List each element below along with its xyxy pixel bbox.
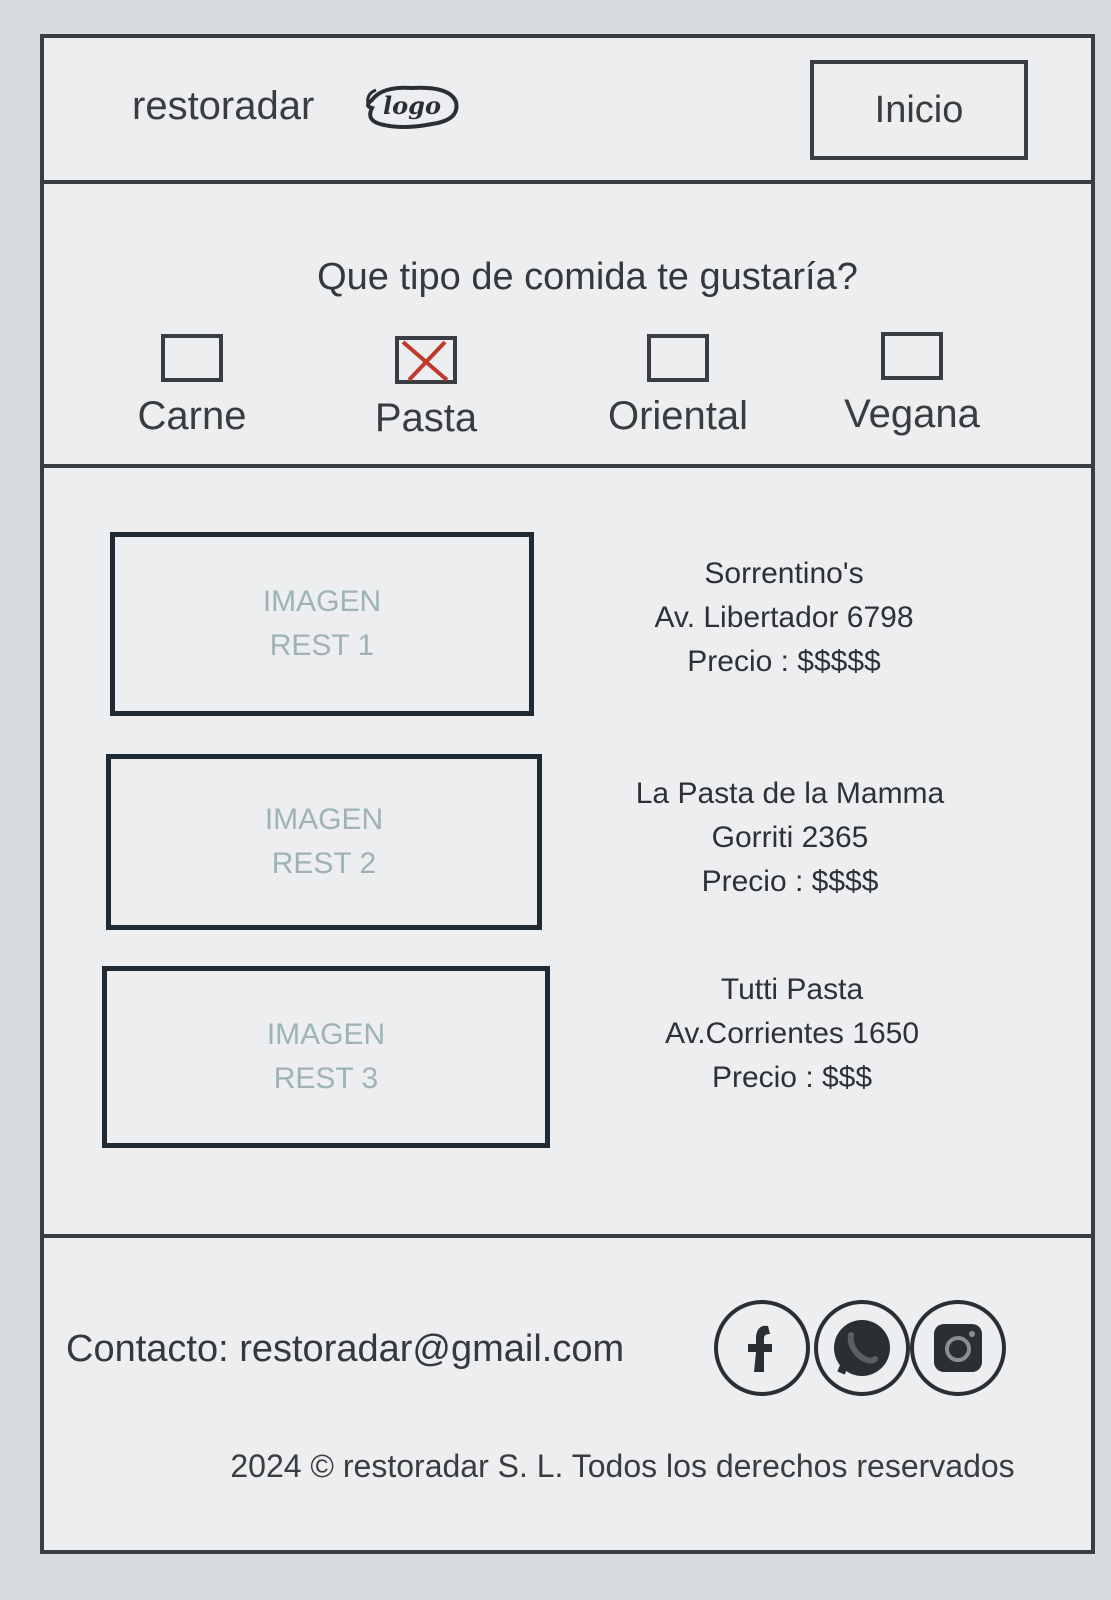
logo-icon: logo bbox=[362, 80, 462, 134]
page-frame: restoradar logo Inicio Que tipo de comid… bbox=[40, 34, 1095, 1554]
header: restoradar logo Inicio bbox=[44, 38, 1091, 184]
food-type-filter: Que tipo de comida te gustaría? Carne Pa… bbox=[44, 184, 1091, 468]
option-carne[interactable]: Carne bbox=[102, 334, 282, 439]
filter-question: Que tipo de comida te gustaría? bbox=[317, 256, 858, 298]
whatsapp-icon[interactable] bbox=[814, 1300, 910, 1396]
option-pasta[interactable]: Pasta bbox=[336, 336, 516, 441]
option-label: Oriental bbox=[607, 394, 749, 438]
option-label: Vegana bbox=[844, 392, 980, 436]
checkbox-carne[interactable] bbox=[161, 334, 223, 382]
footer: Contacto: restoradar@gmail.com 2024 © re… bbox=[44, 1238, 1091, 1550]
image-placeholder-line: REST 1 bbox=[269, 629, 375, 662]
restaurant-name[interactable]: Sorrentino's bbox=[574, 552, 994, 596]
restaurant-image-1[interactable]: IMAGEN REST 1 bbox=[110, 532, 534, 716]
logo-text: logo bbox=[383, 91, 441, 120]
restaurant-info-1: Sorrentino's Av. Libertador 6798 Precio … bbox=[574, 552, 994, 684]
check-x-icon bbox=[401, 340, 449, 382]
restaurant-address: Av.Corrientes 1650 bbox=[664, 1017, 920, 1050]
option-label: Carne bbox=[137, 394, 247, 438]
instagram-icon[interactable] bbox=[910, 1300, 1006, 1396]
image-placeholder-line: REST 3 bbox=[273, 1062, 379, 1095]
restaurant-image-2[interactable]: IMAGEN REST 2 bbox=[106, 754, 542, 930]
restaurant-address: Gorriti 2365 bbox=[711, 821, 869, 854]
inicio-button[interactable]: Inicio bbox=[810, 60, 1028, 160]
checkbox-vegana[interactable] bbox=[881, 332, 943, 380]
option-label: Pasta bbox=[374, 396, 478, 440]
image-placeholder-line: REST 2 bbox=[271, 847, 377, 880]
image-placeholder-line: IMAGEN bbox=[266, 1018, 386, 1051]
checkbox-pasta[interactable] bbox=[395, 336, 457, 384]
restaurant-name[interactable]: La Pasta de la Mamma bbox=[580, 772, 1000, 816]
brand-name: restoradar bbox=[132, 84, 315, 128]
copyright-text: 2024 © restoradar S. L. Todos los derech… bbox=[230, 1448, 1015, 1484]
restaurant-price: Precio : $$$$ bbox=[701, 865, 879, 898]
restaurant-image-3[interactable]: IMAGEN REST 3 bbox=[102, 966, 550, 1148]
facebook-icon[interactable] bbox=[714, 1300, 810, 1396]
checkbox-oriental[interactable] bbox=[647, 334, 709, 382]
image-placeholder-line: IMAGEN bbox=[262, 585, 382, 618]
option-oriental[interactable]: Oriental bbox=[588, 334, 768, 439]
restaurant-info-3: Tutti Pasta Av.Corrientes 1650 Precio : … bbox=[582, 968, 1002, 1100]
restaurant-info-2: La Pasta de la Mamma Gorriti 2365 Precio… bbox=[580, 772, 1000, 904]
restaurant-price: Precio : $$$ bbox=[711, 1061, 873, 1094]
contact-email[interactable]: Contacto: restoradar@gmail.com bbox=[66, 1328, 624, 1371]
restaurant-name[interactable]: Tutti Pasta bbox=[582, 968, 1002, 1012]
image-placeholder-line: IMAGEN bbox=[264, 803, 384, 836]
restaurant-price: Precio : $$$$$ bbox=[687, 645, 881, 678]
option-vegana[interactable]: Vegana bbox=[822, 332, 1002, 437]
restaurant-address: Av. Libertador 6798 bbox=[654, 601, 914, 634]
restaurant-list: IMAGEN REST 1 Sorrentino's Av. Libertado… bbox=[44, 468, 1091, 1238]
